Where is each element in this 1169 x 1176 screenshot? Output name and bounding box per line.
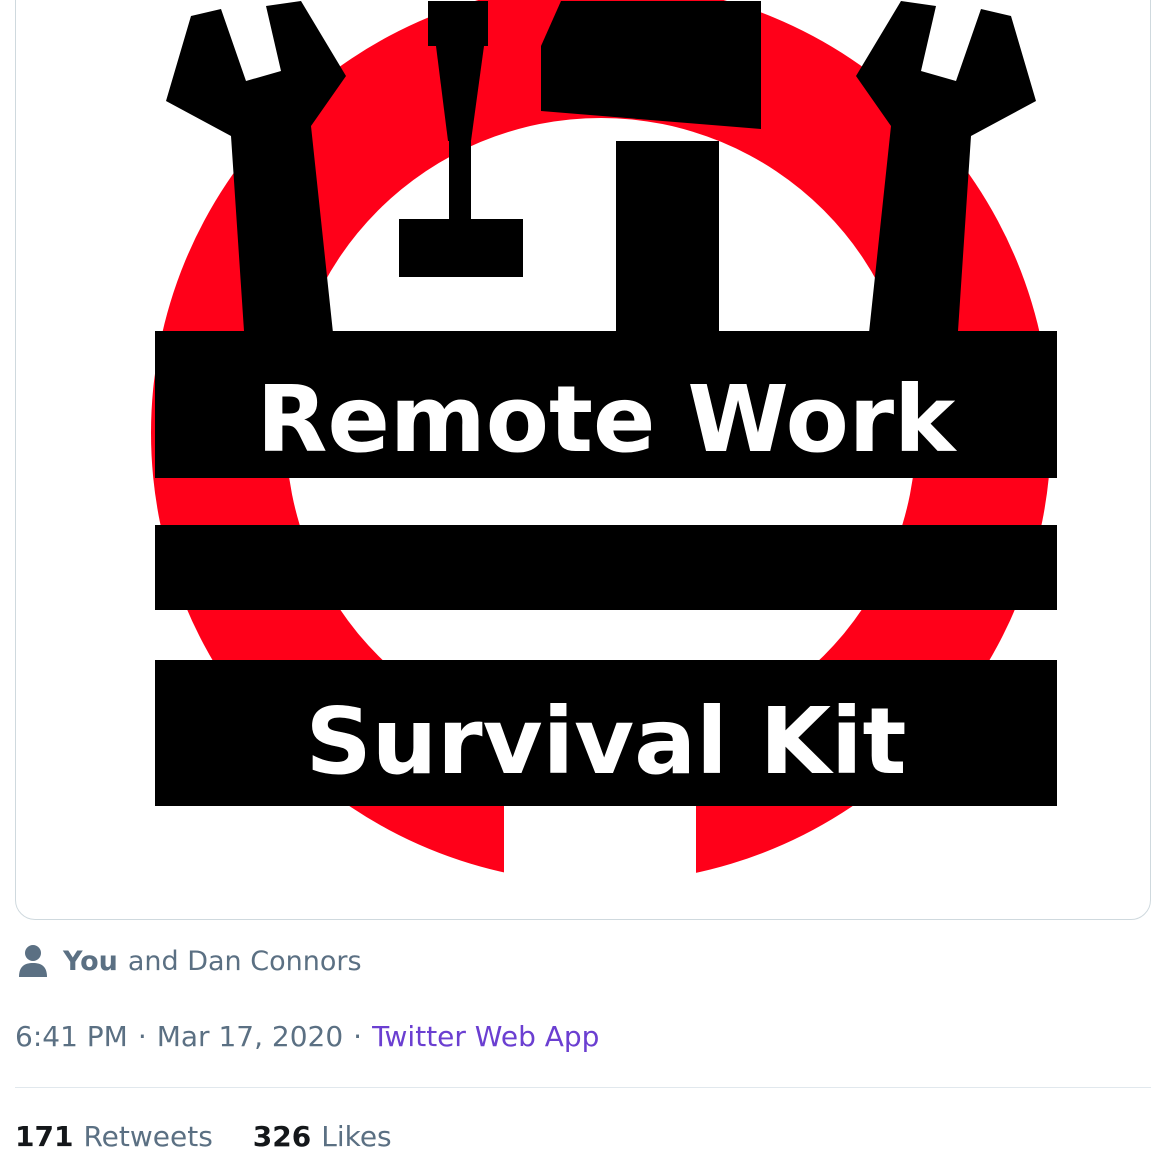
tweet-source-link[interactable]: Twitter Web App	[372, 1020, 599, 1053]
likes-count: 326	[252, 1120, 312, 1153]
retweets-count: 171	[15, 1120, 74, 1153]
retweets-stat[interactable]: 171 Retweets	[15, 1120, 213, 1153]
likes-label: Likes	[321, 1120, 392, 1153]
person-icon	[17, 944, 49, 978]
tweet-image[interactable]: Remote Work Survival Kit	[15, 0, 1151, 920]
divider	[15, 1087, 1151, 1088]
tagged-people[interactable]: You and Dan Connors	[17, 943, 362, 979]
retweets-label: Retweets	[83, 1120, 213, 1153]
tweet-date[interactable]: Mar 17, 2020	[157, 1020, 343, 1053]
meta-separator: ·	[353, 1020, 363, 1053]
tagged-you[interactable]: You	[63, 946, 118, 977]
tagged-others[interactable]: and Dan Connors	[128, 946, 362, 977]
logo-title-line-1: Remote Work	[257, 366, 957, 473]
likes-stat[interactable]: 326 Likes	[253, 1120, 392, 1153]
logo-title-line-2: Survival Kit	[305, 688, 906, 795]
tweet-detail: Remote Work Survival Kit You and Dan Con…	[0, 0, 1169, 1176]
remote-work-survival-kit-logo: Remote Work Survival Kit	[151, 0, 1057, 919]
tweet-stats: 171 Retweets 326 Likes	[15, 1120, 432, 1153]
tweet-time[interactable]: 6:41 PM	[15, 1020, 128, 1053]
tweet-metadata: 6:41 PM · Mar 17, 2020 · Twitter Web App	[15, 1020, 599, 1053]
meta-separator: ·	[137, 1020, 147, 1053]
